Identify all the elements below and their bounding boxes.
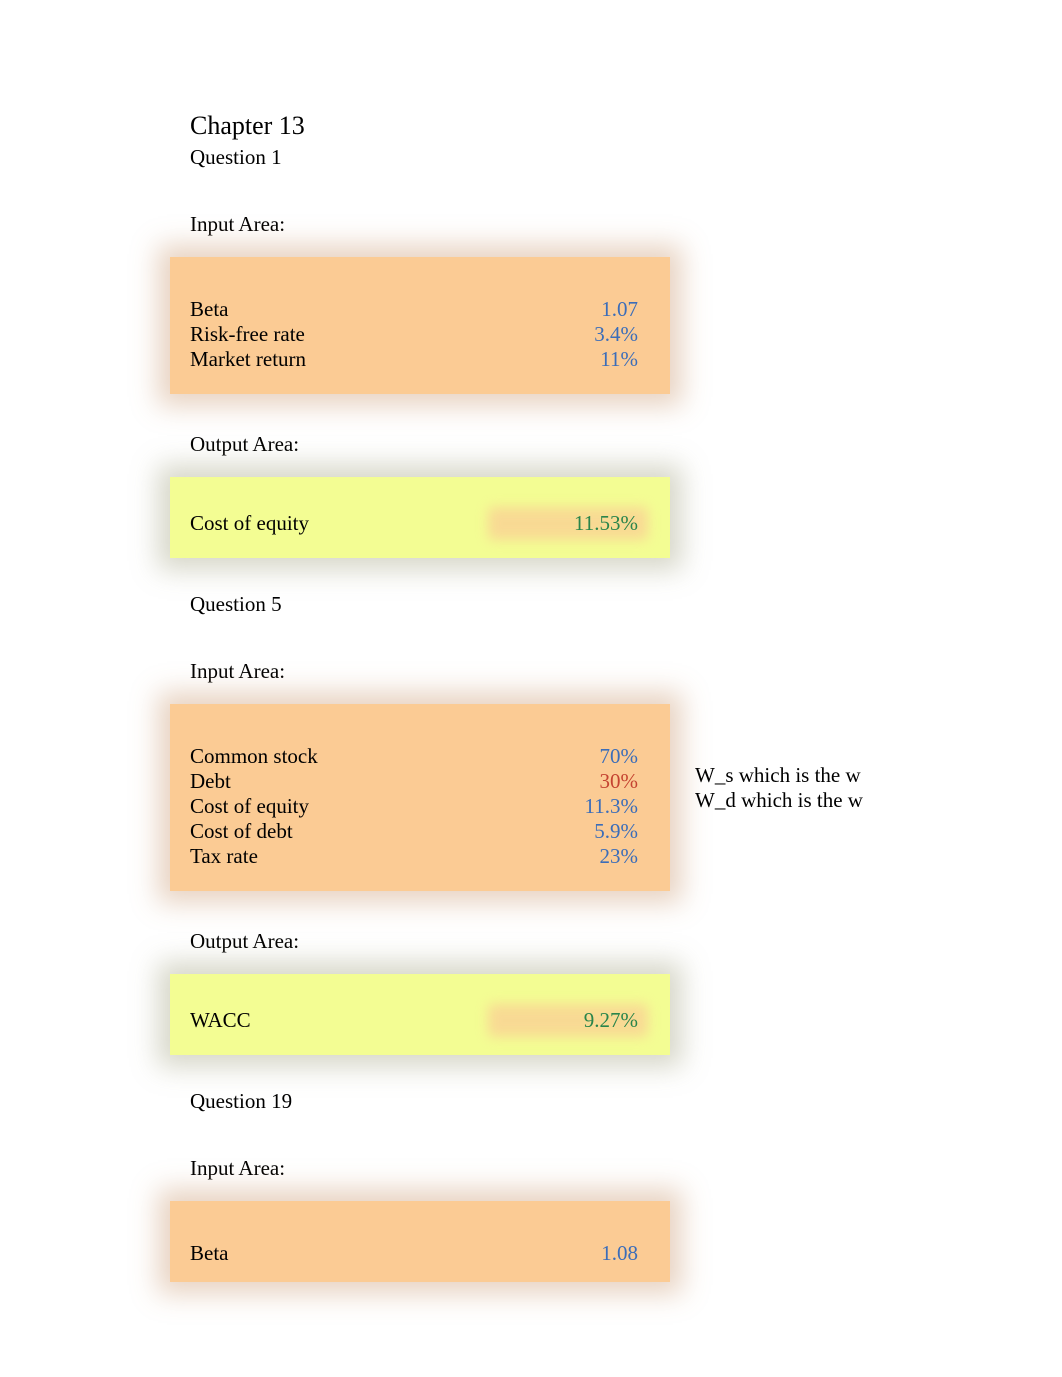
q5-output-label: Output Area:: [190, 929, 1062, 954]
q5-input-area: Common stock 70% Debt 30% Cost of equity…: [170, 704, 670, 891]
q5-wacc-row: WACC 9.27%: [170, 1008, 650, 1033]
q5-note-ws: W_s which is the w: [695, 763, 863, 788]
q5-tax-label: Tax rate: [190, 844, 490, 869]
q1-rf-label: Risk-free rate: [190, 322, 490, 347]
q5-side-notes: W_s which is the w W_d which is the w: [695, 763, 863, 813]
q1-beta-label: Beta: [190, 297, 490, 322]
q5-tax-row: Tax rate 23%: [170, 844, 650, 869]
q1-coe-value: 11.53%: [574, 511, 638, 535]
q5-coe-label: Cost of equity: [190, 794, 490, 819]
q1-mr-row: Market return 11%: [170, 347, 650, 372]
q1-output-label: Output Area:: [190, 432, 1062, 457]
q1-beta-value: 1.07: [490, 297, 650, 322]
q19-title: Question 19: [190, 1089, 1062, 1114]
q5-output-area: WACC 9.27%: [170, 974, 670, 1055]
q5-input-label: Input Area:: [190, 659, 1062, 684]
q5-cs-value: 70%: [490, 744, 650, 769]
q1-rf-value: 3.4%: [490, 322, 650, 347]
q1-input-area: Beta 1.07 Risk-free rate 3.4% Market ret…: [170, 257, 670, 394]
q1-input-label: Input Area:: [190, 212, 1062, 237]
q1-mr-label: Market return: [190, 347, 490, 372]
q5-coe-row: Cost of equity 11.3%: [170, 794, 650, 819]
q5-cod-value: 5.9%: [490, 819, 650, 844]
q1-mr-value: 11%: [490, 347, 650, 372]
q5-note-wd: W_d which is the w: [695, 788, 863, 813]
q1-coe-label: Cost of equity: [190, 511, 490, 536]
q5-cod-row: Cost of debt 5.9%: [170, 819, 650, 844]
q5-cod-label: Cost of debt: [190, 819, 490, 844]
q5-debt-value: 30%: [490, 769, 650, 794]
q1-output-area: Cost of equity 11.53%: [170, 477, 670, 558]
q19-beta-value: 1.08: [490, 1241, 650, 1266]
q19-beta-label: Beta: [190, 1241, 490, 1266]
q5-cs-label: Common stock: [190, 744, 490, 769]
q1-coe-row: Cost of equity 11.53%: [170, 511, 650, 536]
chapter-heading: Chapter 13: [190, 110, 1062, 141]
q5-tax-value: 23%: [490, 844, 650, 869]
q5-cs-row: Common stock 70%: [170, 744, 650, 769]
q1-beta-row: Beta 1.07: [170, 297, 650, 322]
q19-input-label: Input Area:: [190, 1156, 1062, 1181]
q1-rf-row: Risk-free rate 3.4%: [170, 322, 650, 347]
q19-input-area: Beta 1.08: [170, 1201, 670, 1282]
q5-debt-row: Debt 30%: [170, 769, 650, 794]
q5-title: Question 5: [190, 592, 1062, 617]
q5-coe-value: 11.3%: [490, 794, 650, 819]
q19-beta-row: Beta 1.08: [170, 1241, 650, 1266]
q5-wacc-value: 9.27%: [584, 1008, 638, 1032]
q1-title: Question 1: [190, 145, 1062, 170]
q5-debt-label: Debt: [190, 769, 490, 794]
q5-wacc-label: WACC: [190, 1008, 490, 1033]
